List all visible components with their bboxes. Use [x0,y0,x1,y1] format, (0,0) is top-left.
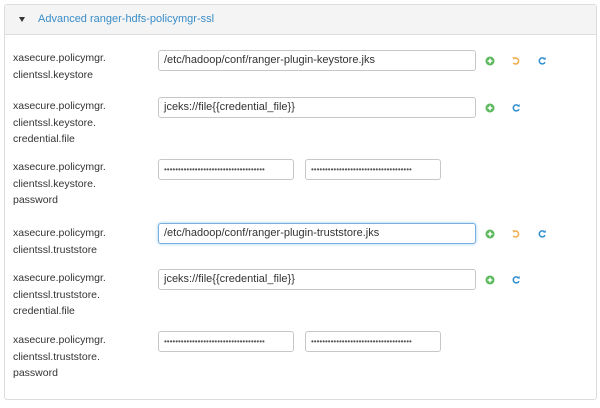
keystore-credential-file-input[interactable]: jceks://file{{credential_file}} [158,97,476,118]
truststore-path-input[interactable]: /etc/hadoop/conf/ranger-plugin-truststor… [158,223,476,244]
keystore-password-input[interactable]: •••••••••••••••••••••••••••••••••••• [158,159,294,180]
caret-down-icon[interactable] [19,17,25,22]
truststore-password-input[interactable]: •••••••••••••••••••••••••••••••••••• [158,331,294,352]
plus-icon[interactable] [485,103,495,113]
refresh-icon[interactable] [511,103,521,113]
undo-icon[interactable] [511,56,521,66]
truststore-credential-file-input[interactable]: jceks://file{{credential_file}} [158,269,476,290]
property-label-keystore: xasecure.policymgr. clientssl.keystore [13,52,106,81]
section-title[interactable]: Advanced ranger-hdfs-policymgr-ssl [38,13,214,25]
refresh-icon[interactable] [537,229,547,239]
undo-icon[interactable] [511,229,521,239]
section-header[interactable]: Advanced ranger-hdfs-policymgr-ssl [5,5,596,35]
property-label-truststore-password: xasecure.policymgr. clientssl.truststore… [13,334,106,379]
keystore-path-input[interactable]: /etc/hadoop/conf/ranger-plugin-keystore.… [158,50,476,71]
refresh-icon[interactable] [537,56,547,66]
truststore-password-confirm-input[interactable]: •••••••••••••••••••••••••••••••••••• [305,331,441,352]
property-label-keystore-credential-file: xasecure.policymgr. clientssl.keystore. … [13,100,106,145]
keystore-password-confirm-input[interactable]: •••••••••••••••••••••••••••••••••••• [305,159,441,180]
plus-icon[interactable] [485,229,495,239]
property-label-keystore-password: xasecure.policymgr. clientssl.keystore. … [13,161,106,206]
plus-icon[interactable] [485,275,495,285]
property-label-truststore: xasecure.policymgr. clientssl.truststore [13,227,106,256]
refresh-icon[interactable] [511,275,521,285]
plus-icon[interactable] [485,56,495,66]
property-label-truststore-credential-file: xasecure.policymgr. clientssl.truststore… [13,272,106,317]
